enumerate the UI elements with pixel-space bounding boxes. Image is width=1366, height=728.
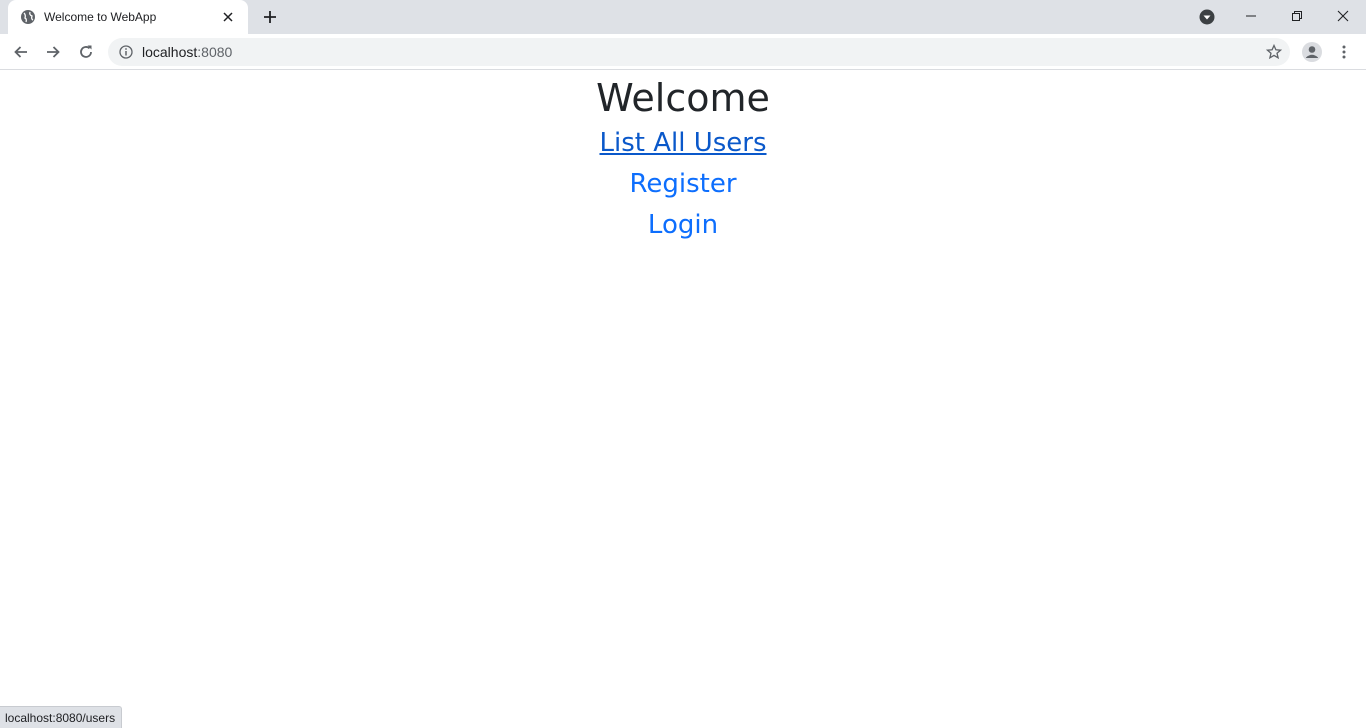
register-link[interactable]: Register	[629, 164, 736, 205]
url-port: :8080	[197, 44, 233, 60]
nav-links: List All Users Register Login	[0, 123, 1366, 246]
back-arrow-icon	[14, 46, 27, 58]
kebab-menu-icon	[1342, 45, 1346, 59]
new-tab-button[interactable]	[258, 5, 282, 29]
reload-icon	[80, 45, 92, 58]
close-icon	[1337, 10, 1349, 22]
profile-button[interactable]	[1298, 38, 1326, 66]
minimize-button[interactable]	[1228, 0, 1274, 32]
globe-icon	[20, 9, 36, 25]
link-status-bubble: localhost:8080/users	[0, 706, 123, 728]
chevron-down-circle-icon	[1199, 9, 1215, 25]
url-text: localhost:8080	[142, 44, 232, 60]
forward-arrow-icon	[47, 46, 60, 58]
close-icon[interactable]	[218, 7, 238, 27]
tab-strip: Welcome to WebApp	[0, 0, 1366, 34]
forward-button[interactable]	[39, 38, 67, 66]
tab-title: Welcome to WebApp	[44, 10, 157, 24]
restore-icon	[1292, 11, 1302, 21]
url-host: localhost	[142, 44, 198, 60]
browser-toolbar: localhost:8080	[0, 34, 1366, 70]
tab-search-button[interactable]	[1196, 6, 1218, 28]
browser-menu-button[interactable]	[1330, 38, 1358, 66]
address-bar[interactable]: localhost:8080	[108, 38, 1290, 66]
star-icon[interactable]	[1264, 42, 1284, 62]
page-content: Welcome List All Users Register Login	[0, 71, 1366, 728]
browser-tab[interactable]: Welcome to WebApp	[8, 0, 248, 34]
info-icon[interactable]	[118, 44, 134, 60]
close-window-button[interactable]	[1320, 0, 1366, 32]
profile-icon	[1302, 42, 1322, 62]
page-title: Welcome	[596, 76, 770, 120]
minimize-icon	[1246, 15, 1256, 17]
reload-button[interactable]	[72, 38, 100, 66]
list-all-users-link[interactable]: List All Users	[599, 123, 766, 164]
login-link[interactable]: Login	[648, 205, 718, 246]
back-button[interactable]	[7, 38, 35, 66]
restore-button[interactable]	[1274, 0, 1320, 32]
plus-icon	[264, 11, 276, 23]
